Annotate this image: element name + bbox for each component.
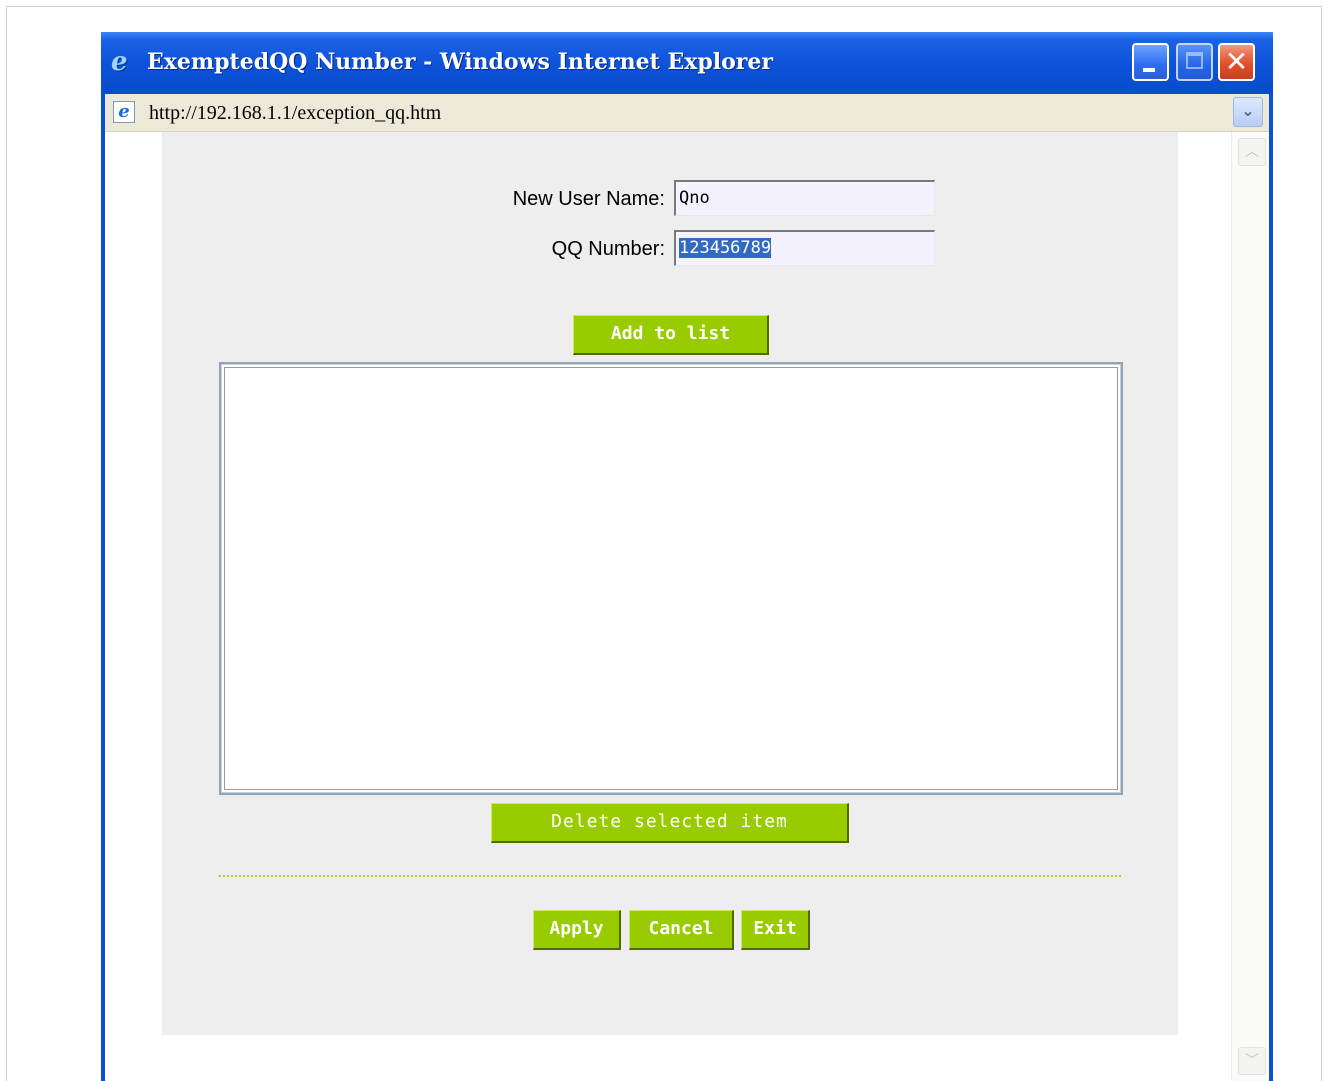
delete-selected-button[interactable]: Delete selected item (491, 803, 849, 843)
address-bar: e http://192.168.1.1/exception_qq.htm ⌄ (105, 94, 1269, 132)
close-button[interactable]: ✕ (1218, 43, 1255, 81)
ie-logo-icon: e (111, 47, 128, 77)
username-label: New User Name: (512, 188, 665, 210)
section-divider (219, 875, 1121, 877)
page-icon: e (113, 101, 135, 123)
qq-number-input[interactable]: 123456789 (674, 230, 935, 266)
apply-button[interactable]: Apply (533, 910, 621, 950)
page-viewport: New User Name: Qno QQ Number: 123456789 … (105, 132, 1269, 1081)
browser-window: e ExemptedQQ Number - Windows Internet E… (101, 32, 1273, 1081)
qq-number-label: QQ Number: (551, 238, 665, 260)
scroll-down-button[interactable]: ﹀ (1238, 1047, 1266, 1075)
username-value: Qno (679, 188, 710, 208)
title-bar[interactable]: e ExemptedQQ Number - Windows Internet E… (101, 32, 1273, 94)
close-icon: ✕ (1224, 45, 1249, 78)
address-dropdown-button[interactable]: ⌄ (1233, 97, 1263, 127)
vertical-scrollbar[interactable]: ︿ ﹀ (1231, 132, 1269, 1081)
maximize-icon (1186, 52, 1203, 69)
exit-button[interactable]: Exit (741, 910, 810, 950)
add-to-list-button[interactable]: Add to list (573, 315, 769, 355)
cancel-button[interactable]: Cancel (629, 910, 734, 950)
chevron-down-icon: ﹀ (1245, 1053, 1259, 1069)
chevron-down-icon: ⌄ (1241, 101, 1255, 120)
window-title: ExemptedQQ Number - Windows Internet Exp… (147, 49, 773, 75)
minimize-icon (1143, 68, 1155, 72)
minimize-button[interactable] (1132, 43, 1169, 81)
chevron-up-icon: ︿ (1245, 144, 1259, 160)
username-input[interactable]: Qno (674, 180, 935, 216)
maximize-button[interactable] (1176, 43, 1213, 81)
content-panel: New User Name: Qno QQ Number: 123456789 … (162, 132, 1178, 1035)
scroll-up-button[interactable]: ︿ (1238, 138, 1266, 166)
qq-number-value: 123456789 (679, 238, 772, 258)
address-url[interactable]: http://192.168.1.1/exception_qq.htm (149, 102, 441, 124)
listbox-inner (224, 367, 1118, 790)
qq-exemption-listbox[interactable] (219, 362, 1123, 795)
